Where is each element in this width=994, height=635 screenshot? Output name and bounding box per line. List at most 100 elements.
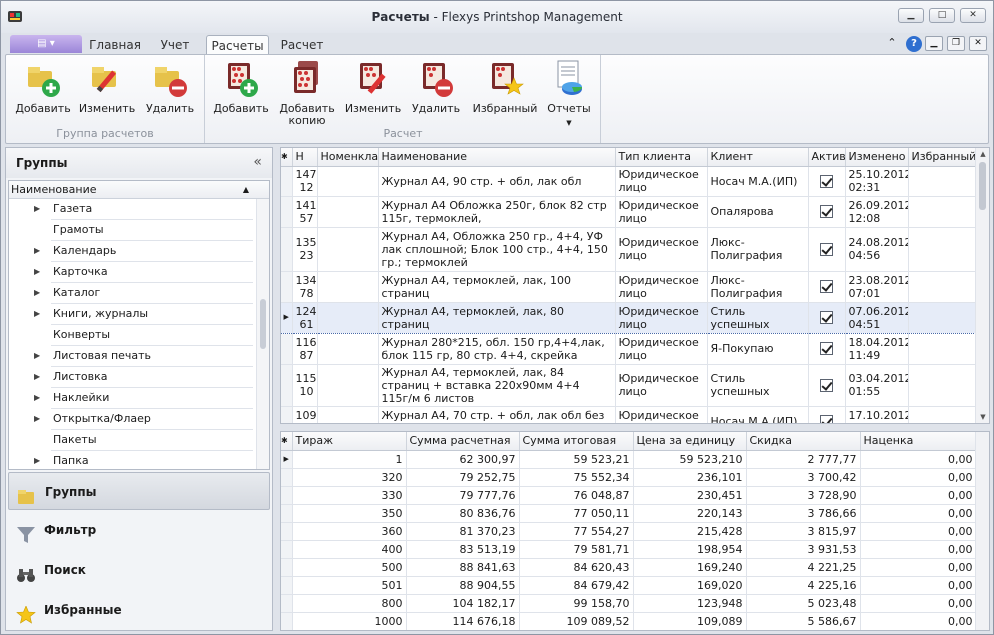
table-row[interactable]: 141 57 Журнал А4 Обложка 250г, блок 82 ст… [281, 196, 977, 228]
mdi-close-button[interactable]: ✕ [969, 36, 987, 51]
column-header[interactable]: Наименование [378, 148, 616, 167]
tree-column-header[interactable]: Наименование ▲ [9, 181, 269, 199]
column-header[interactable]: Номенклату [317, 148, 379, 167]
table-row[interactable]: 109 36 Журнал А4, 70 стр. + обл, лак обл … [281, 406, 977, 423]
active-checkbox[interactable] [820, 415, 833, 423]
tree-item[interactable]: ▶ Каталог [34, 283, 253, 304]
table-row[interactable]: 330 79 777,76 76 048,87 230,451 3 728,90 0,00 [281, 486, 977, 505]
tree-item[interactable]: ▶ Папка [34, 451, 253, 469]
nav-groups-button[interactable]: Группы [8, 472, 270, 510]
table-row[interactable]: 116 87 Журнал 280*215, обл. 150 гр,4+4,ла… [281, 333, 977, 365]
mdi-restore-button[interactable]: ❐ [947, 36, 965, 51]
tab-calculations[interactable]: Расчеты [206, 35, 269, 56]
table-row[interactable]: 500 88 841,63 84 620,43 169,240 4 221,25 0,00 [281, 558, 977, 577]
calc-add-button[interactable]: Добавить [210, 59, 272, 115]
group-delete-button[interactable]: Удалить [139, 59, 201, 115]
calc-grid-scrollbar[interactable]: ▲ ▼ [975, 148, 989, 423]
tree-item[interactable]: ▶ Листовка [34, 367, 253, 388]
active-checkbox[interactable] [820, 242, 833, 256]
tab-accounting[interactable]: Учет [147, 35, 203, 56]
tree-scrollbar[interactable] [256, 199, 269, 469]
column-header[interactable]: Сумма расчетная [406, 432, 520, 451]
table-row[interactable]: 320 79 252,75 75 552,34 236,101 3 700,42 0,00 [281, 468, 977, 487]
column-header[interactable]: Тираж [292, 432, 407, 451]
column-header[interactable]: Сумма итоговая [519, 432, 634, 451]
column-header[interactable]: Активн [808, 148, 846, 167]
maximize-button[interactable]: □ [929, 8, 955, 23]
expand-arrow-icon[interactable]: ▶ [34, 409, 40, 429]
calc-add-copy-button[interactable]: Добавить копию [276, 59, 338, 127]
active-checkbox[interactable] [820, 342, 833, 356]
calc-edit-button[interactable]: Изменить [342, 59, 404, 115]
tree-scroll-thumb[interactable] [260, 299, 266, 349]
tree-item[interactable]: ▶ Календарь [34, 241, 253, 262]
tree-item[interactable]: Грамоты [51, 220, 253, 241]
table-row[interactable]: 1000 114 676,18 109 089,52 109,089 5 586,67 0… [281, 612, 977, 630]
tree-item[interactable]: ▶ Карточка [34, 262, 253, 283]
table-row[interactable]: 800 104 182,17 99 158,70 123,948 5 023,48 0,0… [281, 594, 977, 613]
tree-item[interactable]: ▶ Листовая печать [34, 346, 253, 367]
panel-splitter[interactable] [274, 147, 279, 631]
column-header[interactable]: Клиент [707, 148, 809, 167]
mdi-minimize-button[interactable]: ▁ [925, 36, 943, 51]
tree-item[interactable]: ▶ Открытка/Флаер [34, 409, 253, 430]
expand-arrow-icon[interactable]: ▶ [34, 346, 40, 366]
nav-filter-button[interactable]: Фильтр [8, 511, 270, 549]
table-row[interactable]: 134 78 Журнал А4, термоклей, лак, 100 стр… [281, 271, 977, 303]
app-menu-button[interactable]: ▤ ▾ [10, 35, 82, 53]
active-checkbox[interactable] [820, 174, 833, 188]
ribbon-collapse-icon[interactable]: ⌃ [883, 36, 901, 51]
column-header[interactable]: Избранный [908, 148, 977, 167]
tab-home[interactable]: Главная [87, 35, 143, 56]
expand-arrow-icon[interactable]: ▶ [34, 262, 40, 282]
collapse-panel-icon[interactable]: « [253, 154, 262, 170]
column-header[interactable]: Скидка [746, 432, 861, 451]
expand-arrow-icon[interactable]: ▶ [34, 283, 40, 303]
active-checkbox[interactable] [820, 205, 833, 219]
column-header[interactable]: Цена за единицу [633, 432, 747, 451]
active-checkbox[interactable] [820, 378, 833, 392]
table-row[interactable]: 501 88 904,55 84 679,42 169,020 4 225,16 0,00 [281, 576, 977, 595]
grid-splitter[interactable] [280, 425, 990, 430]
table-row[interactable]: ▶ 1 62 300,97 59 523,21 59 523,210 2 777,77 0,… [281, 450, 977, 469]
active-checkbox[interactable] [820, 280, 833, 294]
scroll-down-icon[interactable]: ▼ [976, 413, 989, 421]
expand-arrow-icon[interactable]: ▶ [34, 241, 40, 261]
table-row[interactable]: 400 83 513,19 79 581,71 198,954 3 931,53 0,00 [281, 540, 977, 559]
column-header[interactable]: Тип клиента [615, 148, 708, 167]
tree-item[interactable]: Конверты [51, 325, 253, 346]
column-header[interactable]: Н [292, 148, 318, 167]
group-edit-button[interactable]: Изменить [76, 59, 138, 115]
scroll-up-icon[interactable]: ▲ [976, 150, 989, 158]
table-row[interactable]: 135 23 Журнал А4, Обложка 250 гр., 4+4, У… [281, 227, 977, 272]
tree-item[interactable]: ▶ Газета [34, 199, 253, 220]
tree-item[interactable]: ▶ Книги, журналы [34, 304, 253, 325]
expand-arrow-icon[interactable]: ▶ [34, 304, 40, 324]
group-add-button[interactable]: Добавить [12, 59, 74, 115]
expand-arrow-icon[interactable]: ▶ [34, 388, 40, 408]
help-icon[interactable]: ? [906, 36, 922, 52]
tree-item[interactable]: ▶ Наклейки [34, 388, 253, 409]
minimize-button[interactable]: ▁ [898, 8, 924, 23]
nav-binoculars-button[interactable]: Поиск [8, 551, 270, 589]
expand-arrow-icon[interactable]: ▶ [34, 367, 40, 387]
calc-scroll-thumb[interactable] [979, 162, 986, 210]
tree-item[interactable]: Пакеты [51, 430, 253, 451]
calc-favorite-button[interactable]: Избранный [469, 59, 541, 115]
calc-delete-button[interactable]: Удалить [405, 59, 467, 115]
table-row[interactable]: 147 12 Журнал А4, 90 стр. + обл, лак обл Ю… [281, 166, 977, 197]
table-row[interactable]: 360 81 370,23 77 554,27 215,428 3 815,97 0,00 [281, 522, 977, 541]
expand-arrow-icon[interactable]: ▶ [34, 451, 40, 469]
expand-arrow-icon[interactable]: ▶ [34, 199, 40, 219]
tab-calculation[interactable]: Расчет [273, 35, 331, 56]
table-row[interactable]: 350 80 836,76 77 050,11 220,143 3 786,66 0,00 [281, 504, 977, 523]
column-header[interactable]: Наценка [860, 432, 977, 451]
table-row[interactable]: 115 10 Журнал А4, термоклей, лак, 84 стра… [281, 364, 977, 407]
close-button[interactable]: ✕ [960, 8, 986, 23]
runs-grid-scrollbar[interactable] [975, 432, 989, 630]
calc-reports-button[interactable]: Отчеты ▼ [538, 59, 600, 129]
active-checkbox[interactable] [820, 311, 833, 325]
nav-star-button[interactable]: Избранные [8, 591, 270, 629]
column-header[interactable]: Изменено [845, 148, 909, 167]
table-row[interactable]: ▶ 124 61 Журнал А4, термоклей, лак, 80 стр… [281, 301, 977, 334]
